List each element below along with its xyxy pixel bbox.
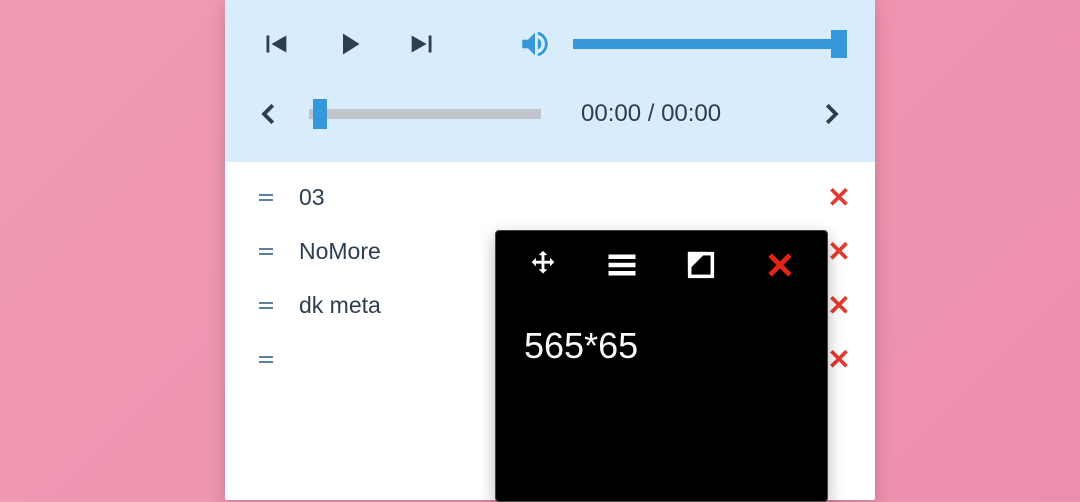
- calculator-display: 565*65: [496, 299, 827, 393]
- drag-handle-icon[interactable]: [259, 356, 299, 363]
- player-controls: 00:00 / 00:00: [225, 0, 875, 162]
- play-icon[interactable]: [325, 20, 373, 68]
- volume-slider-handle[interactable]: [831, 30, 847, 58]
- resize-icon[interactable]: [673, 237, 729, 293]
- seek-slider-handle[interactable]: [313, 99, 327, 129]
- delete-track-icon[interactable]: ✕: [825, 181, 853, 214]
- seek-slider[interactable]: [309, 109, 541, 119]
- list-item[interactable]: 03 ✕: [225, 170, 875, 224]
- track-title: 03: [299, 184, 825, 211]
- skip-previous-icon[interactable]: [251, 20, 299, 68]
- volume-slider[interactable]: [573, 39, 845, 49]
- close-icon[interactable]: [752, 237, 808, 293]
- time-display: 00:00 / 00:00: [581, 100, 721, 128]
- move-icon[interactable]: [515, 237, 571, 293]
- overlay-toolbar: [496, 231, 827, 299]
- skip-next-icon[interactable]: [399, 20, 447, 68]
- chevron-right-icon[interactable]: [813, 90, 849, 138]
- controls-row-top: [251, 16, 849, 72]
- delete-track-icon[interactable]: ✕: [825, 289, 853, 322]
- delete-track-icon[interactable]: ✕: [825, 235, 853, 268]
- calculator-overlay: 565*65: [495, 230, 828, 502]
- drag-handle-icon[interactable]: [259, 194, 299, 201]
- delete-track-icon[interactable]: ✕: [825, 343, 853, 376]
- volume-icon[interactable]: [511, 20, 559, 68]
- menu-icon[interactable]: [594, 237, 650, 293]
- chevron-left-icon[interactable]: [251, 90, 287, 138]
- controls-row-bottom: 00:00 / 00:00: [251, 86, 849, 142]
- drag-handle-icon[interactable]: [259, 302, 299, 309]
- drag-handle-icon[interactable]: [259, 248, 299, 255]
